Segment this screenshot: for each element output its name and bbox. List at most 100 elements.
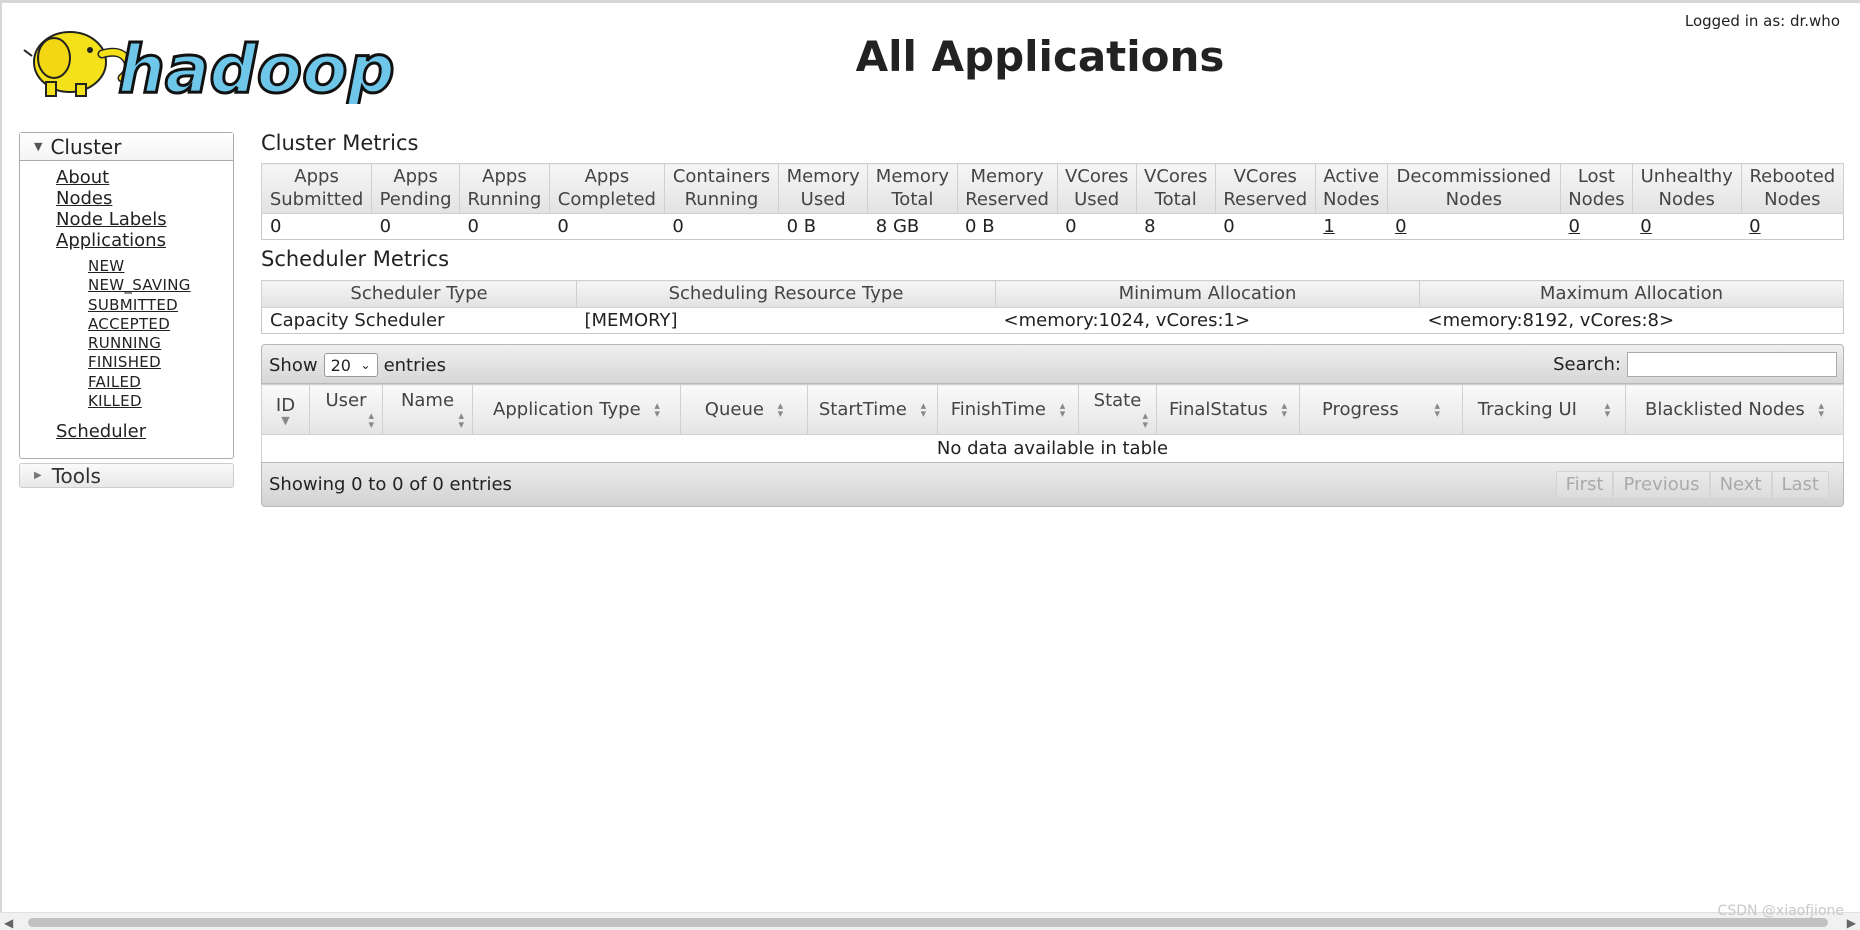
cluster-metric-header: Active Nodes [1314, 163, 1388, 214]
cluster-metric-header: Memory Total [867, 163, 958, 214]
sort-desc-icon: ▼ [281, 413, 290, 427]
column-header-finalstatus[interactable]: FinalStatus ▴ ▾ [1156, 384, 1300, 435]
column-header-progress[interactable]: Progress ▴ ▾ [1299, 384, 1463, 435]
pager-last-button[interactable]: Last [1771, 471, 1829, 499]
nav-link-nodes[interactable]: Nodes [56, 188, 112, 209]
logged-in-user: Logged in as: dr.who [1684, 12, 1840, 30]
cluster-metric-header: VCores Reserved [1214, 163, 1316, 214]
cluster-metric-header: Apps Pending [371, 163, 461, 214]
watermark: CSDN @xiaofjione [1717, 903, 1844, 919]
cluster-metrics-title: Cluster Metrics [261, 131, 419, 155]
scheduler-type-value: Capacity Scheduler [261, 307, 577, 334]
cluster-metric-value: 0 B [778, 213, 868, 240]
search-input[interactable] [1627, 352, 1837, 377]
app-state-failed[interactable]: FAILED [88, 373, 141, 391]
applications-table: ID ▼ User ▴ ▾ Name ▴ ▾ Application Type ▴ ▾… [261, 384, 1844, 463]
sort-icon: ▴ ▾ [1604, 399, 1611, 420]
search-label: Search: [1553, 354, 1621, 375]
sched-col-header: Scheduling Resource Type [576, 280, 996, 308]
hadoop-logo[interactable]: hadoop [18, 12, 398, 110]
scrollbar-thumb[interactable] [28, 918, 1828, 927]
sort-icon: ▴ ▾ [1142, 409, 1148, 431]
app-state-new[interactable]: NEW [88, 257, 124, 275]
column-header-starttime[interactable]: StartTime ▴ ▾ [807, 384, 938, 435]
nav-link-about[interactable]: About [56, 167, 109, 188]
cluster-metric-header: Memory Reserved [956, 163, 1058, 214]
column-header-name[interactable]: Name ▴ ▾ [382, 384, 473, 435]
cluster-metric-header: Apps Completed [548, 163, 665, 214]
cluster-metric-link[interactable]: 1 [1323, 216, 1334, 237]
column-header-application-type[interactable]: Application Type ▴ ▾ [472, 384, 681, 435]
scheduling-resource-type-value: [MEMORY] [576, 307, 996, 334]
horizontal-scrollbar[interactable]: ◀ ▶ [0, 912, 1860, 930]
cluster-metric-link[interactable]: 0 [1395, 216, 1406, 237]
sort-icon: ▴ ▾ [1281, 399, 1288, 420]
cluster-metric-link[interactable]: 0 [1569, 216, 1580, 237]
scroll-left-icon[interactable]: ◀ [4, 916, 13, 930]
column-header-queue[interactable]: Queue ▴ ▾ [680, 384, 808, 435]
pager-first-button[interactable]: First [1555, 471, 1614, 499]
cluster-metric-header: Rebooted Nodes [1740, 163, 1845, 214]
left-border [0, 0, 2, 930]
cluster-metric-value: 0 [549, 213, 665, 240]
cluster-metric-header: Lost Nodes [1560, 163, 1633, 214]
sched-col-header: Minimum Allocation [995, 280, 1420, 308]
table-info: Showing 0 to 0 of 0 entries [269, 474, 512, 495]
nav-link-applications[interactable]: Applications [56, 230, 166, 251]
cluster-metric-header: VCores Used [1056, 163, 1137, 214]
sort-icon: ▴ ▾ [1059, 399, 1066, 420]
chevron-down-icon: ⌄ [360, 358, 371, 372]
column-header-user[interactable]: User ▴ ▾ [309, 384, 383, 435]
pagination: First Previous Next Last [1555, 471, 1829, 499]
triangle-down-icon: ▼ [34, 140, 43, 153]
sort-icon: ▴ ▾ [654, 399, 660, 420]
cluster-metric-value: 0 [1560, 213, 1633, 240]
search-control: Search: [1553, 352, 1837, 377]
show-label: Show [269, 354, 318, 376]
top-border [0, 0, 1860, 3]
app-state-finished[interactable]: FINISHED [88, 353, 161, 371]
sort-icon: ▴ ▾ [777, 399, 784, 420]
cluster-metric-link[interactable]: 0 [1640, 216, 1651, 237]
scroll-right-icon[interactable]: ▶ [1847, 916, 1856, 930]
cluster-metric-header: Memory Used [778, 163, 869, 214]
app-state-running[interactable]: RUNNING [88, 334, 161, 352]
column-header-blacklisted-nodes[interactable]: Blacklisted Nodes ▴ ▾ [1625, 384, 1844, 435]
column-header-tracking-ui[interactable]: Tracking UI ▴ ▾ [1462, 384, 1626, 435]
cluster-metric-value: 0 [1215, 213, 1316, 240]
column-header-finishtime[interactable]: FinishTime ▴ ▾ [937, 384, 1079, 435]
cluster-label: Cluster [50, 134, 122, 159]
empty-table-message: No data available in table [261, 434, 1844, 463]
maximum-allocation-value: <memory:8192, vCores:8> [1419, 307, 1844, 334]
cluster-metrics-table: Apps Submitted Apps Pending Apps Running Apps C… [260, 163, 1845, 240]
cluster-metric-value: 8 GB [867, 213, 958, 240]
entries-select[interactable]: 20 ⌄ [323, 353, 378, 377]
cluster-metric-header: Decommissioned Nodes [1386, 163, 1562, 214]
sched-col-header: Maximum Allocation [1419, 280, 1844, 308]
nav-link-node-labels[interactable]: Node Labels [56, 209, 167, 230]
app-state-new-saving[interactable]: NEW_SAVING [88, 276, 191, 294]
cluster-metric-value: 0 [371, 213, 460, 240]
cluster-metric-header: Unhealthy Nodes [1631, 163, 1742, 214]
pager-previous-button[interactable]: Previous [1613, 471, 1710, 499]
app-state-accepted[interactable]: ACCEPTED [88, 315, 170, 333]
app-state-killed[interactable]: KILLED [88, 392, 142, 410]
cluster-metric-header: Apps Submitted [260, 163, 373, 214]
cluster-metric-value: 0 [260, 213, 372, 240]
pager-next-button[interactable]: Next [1709, 471, 1772, 499]
cluster-metric-value: 0 [459, 213, 550, 240]
nav-link-scheduler[interactable]: Scheduler [56, 421, 146, 442]
column-header-id[interactable]: ID ▼ [261, 384, 310, 435]
entries-label: entries [383, 354, 446, 376]
sort-icon: ▴ ▾ [1434, 399, 1441, 420]
tools-label: Tools [51, 463, 101, 488]
cluster-nav-header[interactable]: ▼ Cluster [20, 133, 233, 161]
cluster-metric-value: 0 [664, 213, 779, 240]
cluster-nav-panel: ▼ Cluster About Nodes Node Labels Applic… [19, 132, 234, 459]
app-state-submitted[interactable]: SUBMITTED [88, 296, 178, 314]
cluster-metric-link[interactable]: 0 [1749, 216, 1760, 237]
tools-nav-header[interactable]: ▶ Tools [19, 463, 234, 488]
column-header-state[interactable]: State ▴ ▾ [1078, 384, 1157, 435]
cluster-metric-value: 0 [1387, 213, 1561, 240]
cluster-metric-value: 8 [1136, 213, 1216, 240]
